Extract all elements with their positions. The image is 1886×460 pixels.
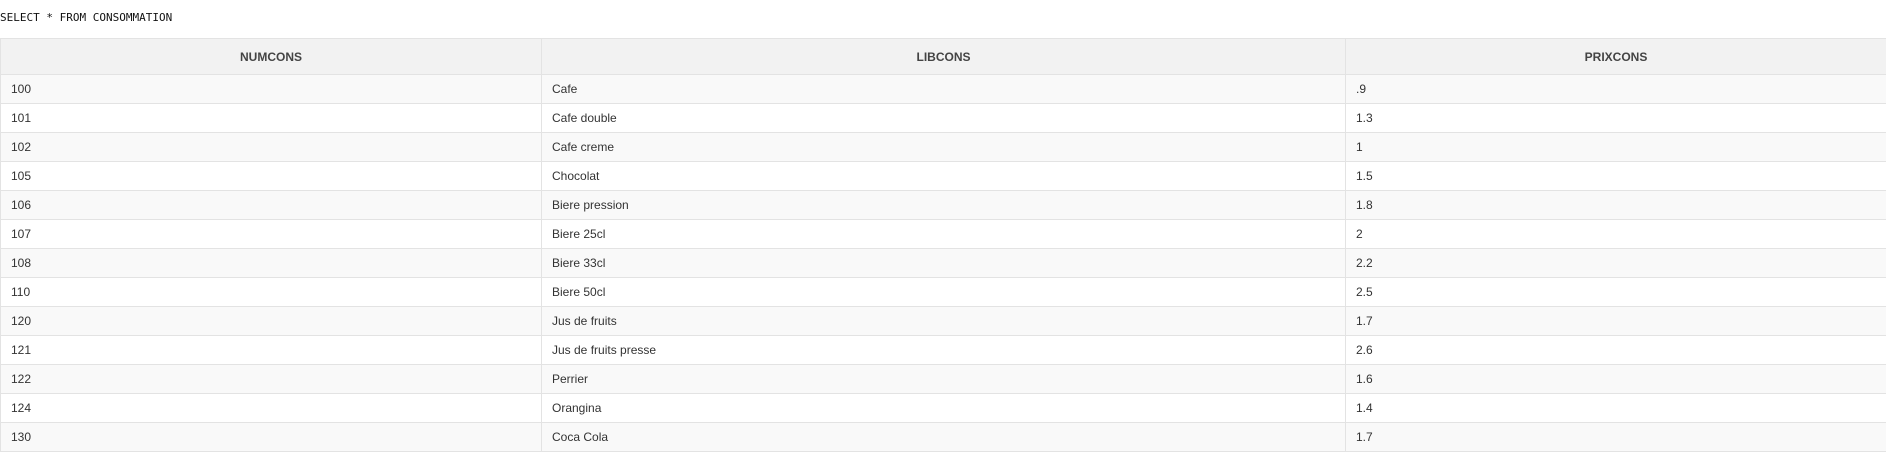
table-row: 130 Coca Cola 1.7	[0, 422, 1886, 452]
cell-numcons: 121	[0, 335, 542, 365]
column-header-prixcons[interactable]: PRIXCONS	[1345, 38, 1886, 75]
cell-libcons: Biere pression	[541, 190, 1346, 220]
sql-query-text: SELECT * FROM CONSOMMATION	[0, 11, 173, 24]
column-header-numcons[interactable]: NUMCONS	[0, 38, 542, 75]
cell-numcons: 124	[0, 393, 542, 423]
table-row: 106 Biere pression 1.8	[0, 190, 1886, 220]
cell-prixcons: 1	[1345, 132, 1886, 162]
cell-libcons: Cafe creme	[541, 132, 1346, 162]
cell-prixcons: 1.7	[1345, 306, 1886, 336]
table-row: 124 Orangina 1.4	[0, 393, 1886, 423]
cell-numcons: 110	[0, 277, 542, 307]
cell-numcons: 107	[0, 219, 542, 249]
cell-numcons: 101	[0, 103, 542, 133]
table-row: 107 Biere 25cl 2	[0, 219, 1886, 249]
cell-numcons: 102	[0, 132, 542, 162]
cell-prixcons: 2	[1345, 219, 1886, 249]
cell-numcons: 122	[0, 364, 542, 394]
table-row: 122 Perrier 1.6	[0, 364, 1886, 394]
table-row: 108 Biere 33cl 2.2	[0, 248, 1886, 278]
cell-prixcons: 1.3	[1345, 103, 1886, 133]
cell-libcons: Jus de fruits	[541, 306, 1346, 336]
cell-numcons: 106	[0, 190, 542, 220]
table-row: 102 Cafe creme 1	[0, 132, 1886, 162]
cell-prixcons: 1.4	[1345, 393, 1886, 423]
cell-libcons: Perrier	[541, 364, 1346, 394]
cell-libcons: Biere 33cl	[541, 248, 1346, 278]
cell-numcons: 120	[0, 306, 542, 336]
cell-libcons: Jus de fruits presse	[541, 335, 1346, 365]
results-table-body: 100 Cafe .9 101 Cafe double 1.3 102 Cafe…	[0, 74, 1886, 452]
cell-prixcons: 2.5	[1345, 277, 1886, 307]
column-header-libcons[interactable]: LIBCONS	[541, 38, 1346, 75]
cell-numcons: 108	[0, 248, 542, 278]
table-row: 121 Jus de fruits presse 2.6	[0, 335, 1886, 365]
results-table: NUMCONS LIBCONS PRIXCONS 100 Cafe .9 101…	[0, 38, 1886, 452]
cell-numcons: 100	[0, 74, 542, 104]
cell-prixcons: 1.6	[1345, 364, 1886, 394]
cell-libcons: Coca Cola	[541, 422, 1346, 452]
results-table-header: NUMCONS LIBCONS PRIXCONS	[0, 38, 1886, 75]
cell-prixcons: 1.8	[1345, 190, 1886, 220]
cell-prixcons: 1.5	[1345, 161, 1886, 191]
cell-numcons: 105	[0, 161, 542, 191]
cell-libcons: Cafe double	[541, 103, 1346, 133]
cell-prixcons: 1.7	[1345, 422, 1886, 452]
table-row: 110 Biere 50cl 2.5	[0, 277, 1886, 307]
cell-libcons: Orangina	[541, 393, 1346, 423]
cell-prixcons: 2.2	[1345, 248, 1886, 278]
header-row: NUMCONS LIBCONS PRIXCONS	[0, 38, 1886, 75]
cell-libcons: Biere 25cl	[541, 219, 1346, 249]
table-row: 100 Cafe .9	[0, 74, 1886, 104]
cell-libcons: Cafe	[541, 74, 1346, 104]
cell-libcons: Biere 50cl	[541, 277, 1346, 307]
cell-prixcons: .9	[1345, 74, 1886, 104]
table-row: 101 Cafe double 1.3	[0, 103, 1886, 133]
cell-numcons: 130	[0, 422, 542, 452]
cell-libcons: Chocolat	[541, 161, 1346, 191]
cell-prixcons: 2.6	[1345, 335, 1886, 365]
table-row: 120 Jus de fruits 1.7	[0, 306, 1886, 336]
table-row: 105 Chocolat 1.5	[0, 161, 1886, 191]
